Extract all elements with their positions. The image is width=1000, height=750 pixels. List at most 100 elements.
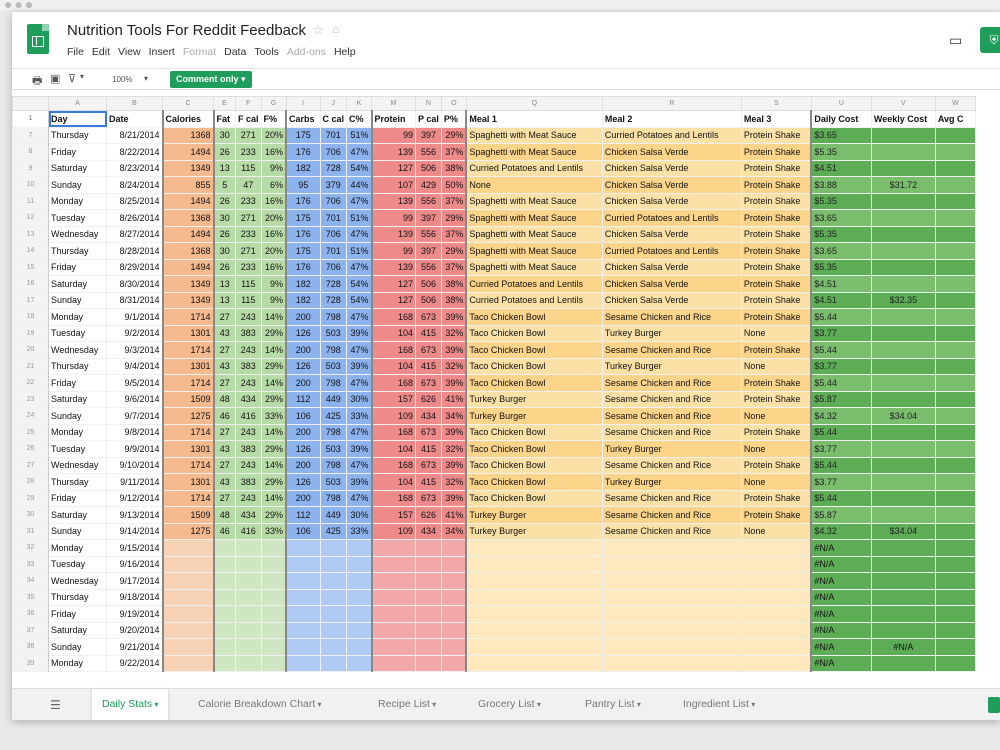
cell-weekly-cost[interactable]	[870, 621, 936, 639]
cell-daily-cost[interactable]: $4.32	[810, 522, 872, 540]
cell-meal3[interactable]	[740, 572, 812, 590]
cell-protein[interactable]: 127	[370, 275, 417, 293]
col-header-m[interactable]: M	[371, 96, 417, 111]
cell-ppct[interactable]: 39%	[440, 341, 467, 359]
cell-cpct[interactable]: 47%	[346, 192, 373, 210]
cell-weekly-cost[interactable]	[870, 308, 936, 326]
cell-date[interactable]: 8/25/2014	[106, 192, 163, 210]
cell-ccal[interactable]: 706	[319, 192, 348, 210]
cell-cpct[interactable]	[346, 654, 373, 672]
cell-fat[interactable]: 27	[212, 341, 236, 359]
cell-fcal[interactable]: 233	[235, 192, 262, 210]
cell-protein[interactable]	[370, 588, 417, 606]
cell-meal1[interactable]: Taco Chicken Bowl	[465, 456, 603, 474]
cell-date[interactable]: 9/18/2014	[106, 588, 163, 606]
col-header-e[interactable]: E	[213, 96, 236, 111]
cell-meal3[interactable]	[740, 605, 812, 623]
cell-calories[interactable]: 1349	[161, 159, 214, 177]
cell-meal1[interactable]: None	[465, 176, 603, 194]
row-number[interactable]: 15	[12, 258, 49, 276]
cell-cpct[interactable]: 47%	[346, 423, 373, 441]
cell-ppct[interactable]	[440, 605, 467, 623]
cell-fpct[interactable]	[260, 539, 287, 557]
cell-weekly-cost[interactable]	[870, 588, 936, 606]
header-meal2[interactable]: Meal 2	[601, 110, 742, 128]
cell-fat[interactable]: 43	[212, 357, 236, 375]
cell-avg[interactable]	[934, 539, 976, 557]
cell-day[interactable]: Tuesday	[48, 324, 107, 342]
cell-fat[interactable]: 30	[212, 242, 236, 260]
cell-meal1[interactable]: Taco Chicken Bowl	[465, 357, 603, 375]
cell-avg[interactable]	[934, 291, 976, 309]
cell-fpct[interactable]: 16%	[260, 143, 287, 161]
cell-fpct[interactable]: 9%	[260, 159, 287, 177]
cell-carbs[interactable]: 200	[285, 489, 321, 507]
cell-daily-cost[interactable]: $3.65	[810, 209, 872, 227]
cell-fpct[interactable]: 33%	[260, 522, 287, 540]
cell-cpct[interactable]: 47%	[346, 374, 373, 392]
col-header-k[interactable]: K	[346, 96, 373, 111]
cell-fpct[interactable]: 14%	[260, 489, 287, 507]
row-number[interactable]: 10	[12, 176, 49, 194]
cell-fpct[interactable]: 33%	[260, 407, 287, 425]
col-header-o[interactable]: O	[440, 96, 467, 111]
cell-ccal[interactable]	[319, 605, 348, 623]
cell-cpct[interactable]: 44%	[346, 176, 373, 194]
cell-weekly-cost[interactable]	[870, 143, 936, 161]
cell-fcal[interactable]	[235, 638, 262, 656]
cell-meal3[interactable]: Protein Shake	[740, 192, 812, 210]
cell-day[interactable]: Friday	[48, 605, 107, 623]
folder-icon[interactable]: ⌂	[332, 22, 339, 36]
cell-cpct[interactable]: 54%	[346, 159, 373, 177]
row-number[interactable]: 20	[12, 341, 49, 359]
cell-date[interactable]: 9/17/2014	[106, 572, 163, 590]
cell-cpct[interactable]: 47%	[346, 143, 373, 161]
cell-meal1[interactable]: Taco Chicken Bowl	[465, 440, 603, 458]
cell-fat[interactable]	[212, 638, 236, 656]
cell-fpct[interactable]: 16%	[260, 225, 287, 243]
cell-carbs[interactable]: 176	[285, 225, 321, 243]
cell-day[interactable]: Saturday	[48, 390, 107, 408]
cell-fat[interactable]: 5	[212, 176, 236, 194]
cell-fcal[interactable]: 243	[235, 423, 262, 441]
cell-carbs[interactable]	[285, 621, 321, 639]
cell-fat[interactable]: 26	[212, 258, 236, 276]
cell-protein[interactable]	[370, 539, 417, 557]
cell-meal1[interactable]	[465, 621, 603, 639]
row-number[interactable]: 29	[12, 489, 49, 507]
cell-fat[interactable]: 46	[212, 522, 236, 540]
header-meal1[interactable]: Meal 1	[465, 110, 603, 128]
cell-avg[interactable]	[934, 621, 976, 639]
print-icon[interactable]: 🖶	[32, 72, 42, 91]
cell-date[interactable]: 9/11/2014	[106, 473, 163, 491]
cell-pcal[interactable]	[415, 621, 442, 639]
col-header-g[interactable]: G	[260, 96, 287, 111]
row-number[interactable]: 37	[12, 621, 49, 639]
cell-meal3[interactable]: None	[740, 357, 812, 375]
cell-date[interactable]: 8/27/2014	[106, 225, 163, 243]
cell-fcal[interactable]: 243	[235, 308, 262, 326]
cell-ccal[interactable]	[319, 621, 348, 639]
cell-pcal[interactable]: 506	[415, 159, 442, 177]
row-number[interactable]: 23	[12, 390, 49, 408]
cell-pcal[interactable]	[415, 572, 442, 590]
cell-meal2[interactable]: Turkey Burger	[601, 473, 742, 491]
cell-daily-cost[interactable]: $4.32	[810, 407, 872, 425]
cell-meal1[interactable]: Turkey Burger	[465, 407, 603, 425]
cell-fcal[interactable]: 434	[235, 390, 262, 408]
cell-meal3[interactable]	[740, 654, 812, 672]
cell-ccal[interactable]	[319, 555, 348, 573]
cell-ccal[interactable]: 728	[319, 291, 348, 309]
cell-fcal[interactable]: 115	[235, 159, 262, 177]
cell-calories[interactable]: 1349	[161, 275, 214, 293]
cell-meal2[interactable]	[601, 654, 742, 672]
cell-pcal[interactable]: 434	[415, 522, 442, 540]
cell-ccal[interactable]: 728	[319, 159, 348, 177]
cell-daily-cost[interactable]: $5.35	[810, 258, 872, 276]
cell-daily-cost[interactable]: $4.51	[810, 159, 872, 177]
cell-fpct[interactable]: 9%	[260, 275, 287, 293]
cell-ppct[interactable]	[440, 555, 467, 573]
cell-meal3[interactable]: None	[740, 440, 812, 458]
cell-fpct[interactable]: 20%	[260, 242, 287, 260]
cell-pcal[interactable]: 673	[415, 456, 442, 474]
